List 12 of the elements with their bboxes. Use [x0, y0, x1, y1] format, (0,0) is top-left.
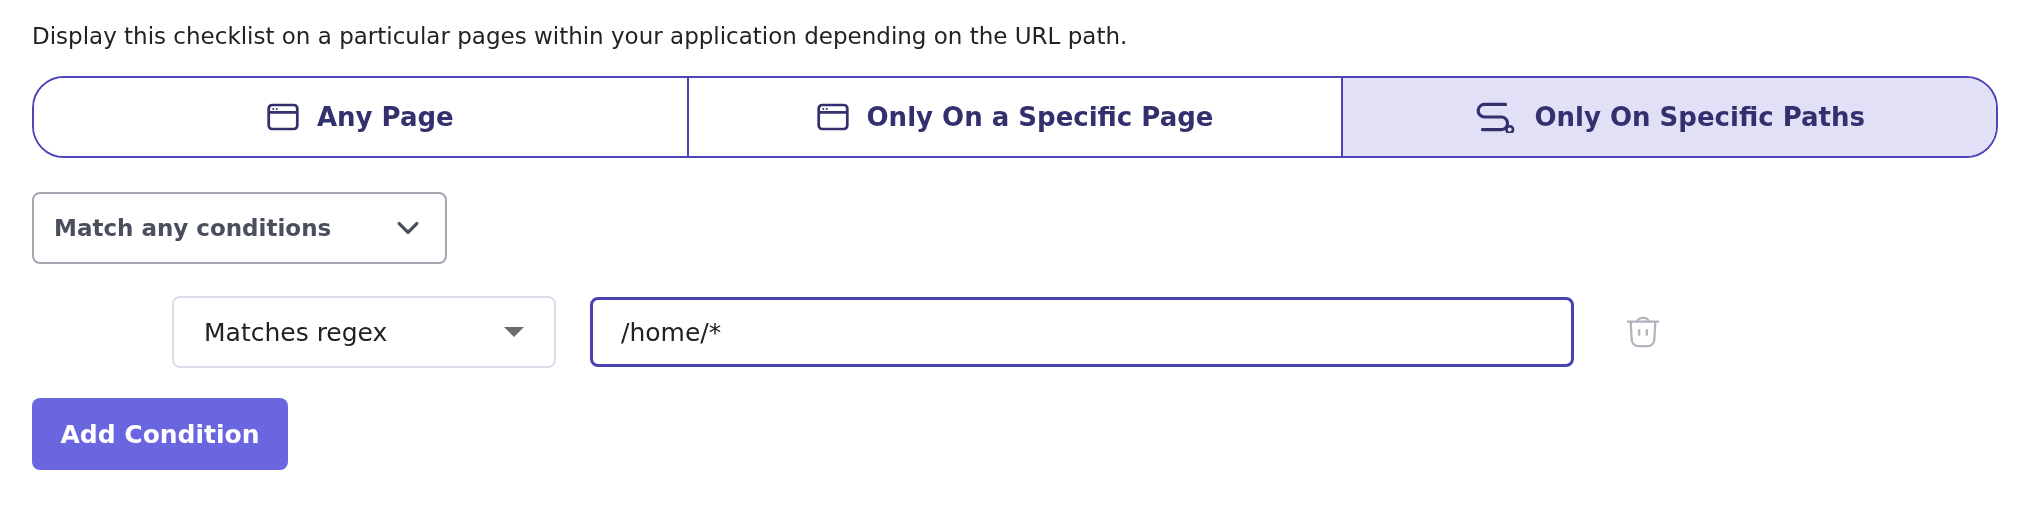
chevron-down-icon — [397, 221, 419, 235]
description-text: Display this checklist on a particular pages within your application depending on the URL path. — [32, 22, 1129, 51]
match-dropdown[interactable]: Match any conditions — [32, 192, 447, 264]
path-icon — [1474, 101, 1517, 133]
trash-icon[interactable] — [1626, 315, 1660, 349]
add-condition-button[interactable]: Add Condition — [32, 398, 288, 470]
operator-dropdown[interactable]: Matches regex — [172, 296, 556, 368]
window-icon — [266, 103, 299, 131]
caret-icon — [504, 327, 524, 337]
page-tab[interactable]: Only On Specific Paths — [1341, 78, 1996, 156]
path-input[interactable]: /home/* — [590, 297, 1574, 367]
window-icon — [816, 103, 849, 131]
